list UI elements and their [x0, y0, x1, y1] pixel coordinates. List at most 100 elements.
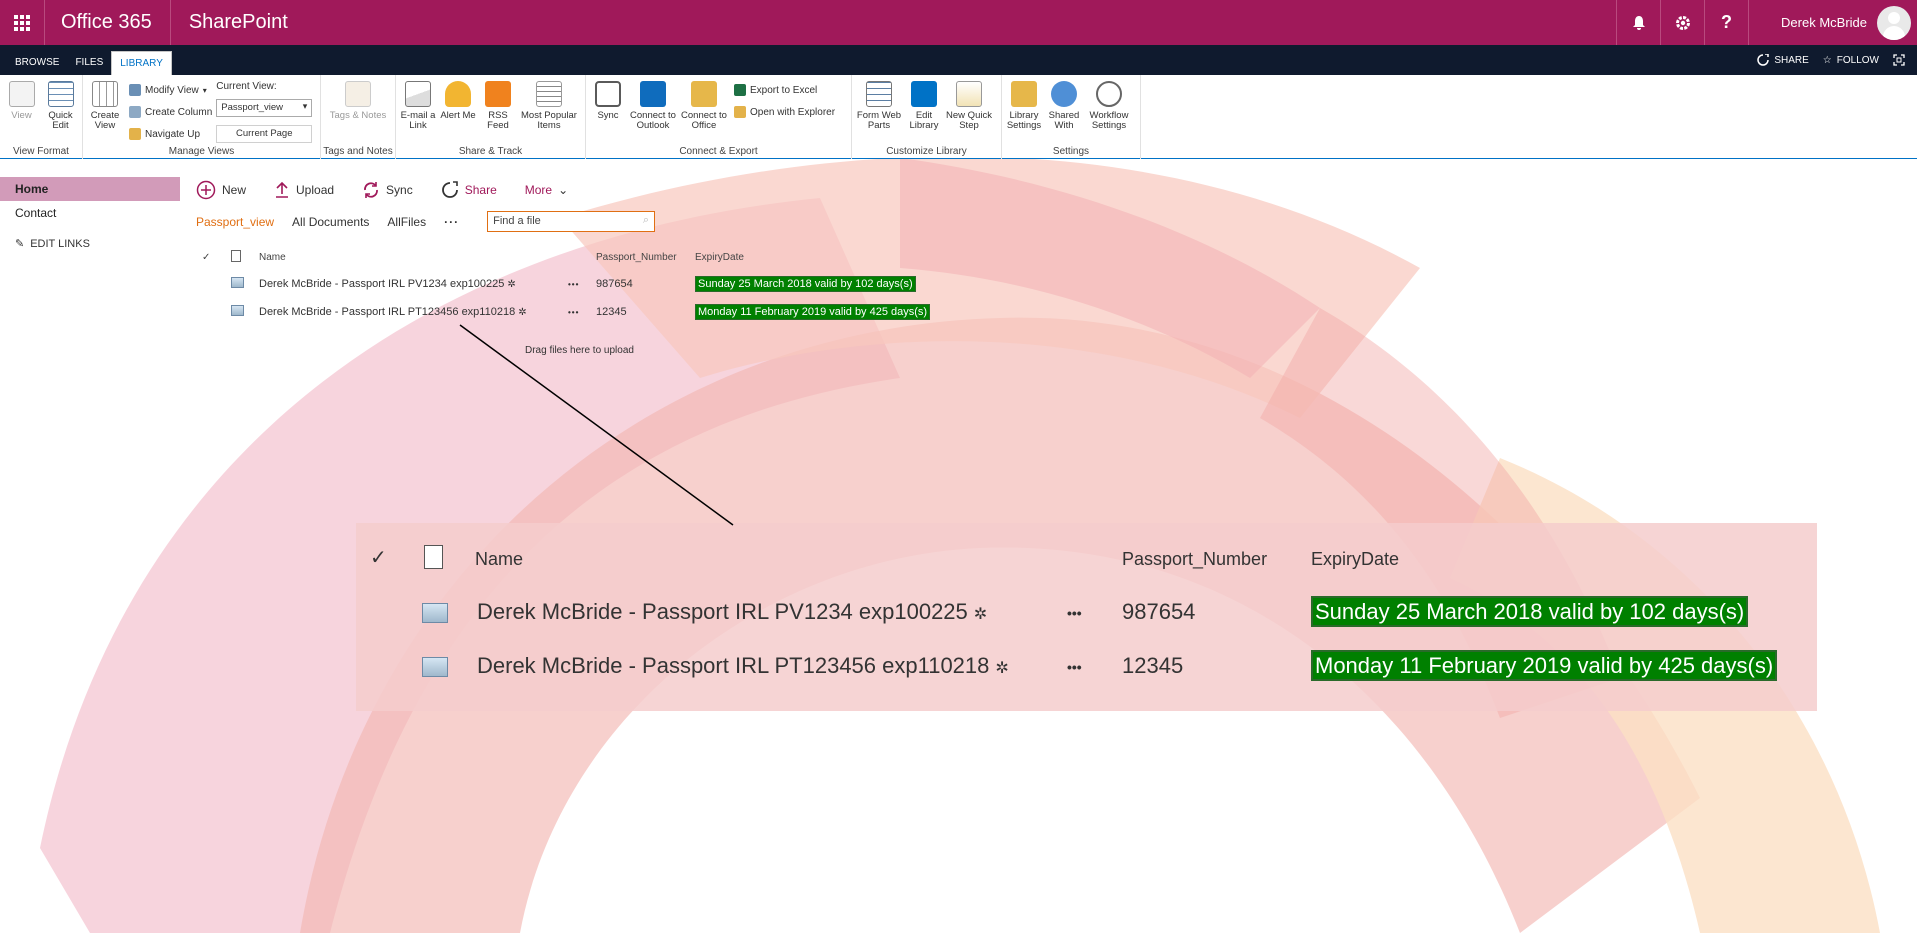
- current-view-label: Current View:: [216, 81, 277, 92]
- quick-edit-icon: [47, 81, 74, 107]
- gear-icon: [1675, 15, 1690, 30]
- excel-icon: [734, 84, 746, 96]
- file-name-link[interactable]: Derek McBride - Passport IRL PV1234 exp1…: [259, 278, 504, 290]
- zoom-item-menu: •••: [1067, 659, 1082, 675]
- quick-launch: Home Contact ✎ EDIT LINKS: [0, 177, 180, 262]
- share-icon: [441, 181, 458, 198]
- suite-bar: Office 365 SharePoint ? Derek McBride: [0, 0, 1917, 45]
- modify-view-button[interactable]: Modify View ▾: [129, 81, 212, 99]
- zoom-expiry-date: Monday 11 February 2019 valid by 425 day…: [1311, 650, 1778, 681]
- zoom-header-expiry-date: ExpiryDate: [1311, 549, 1400, 569]
- chevron-down-icon: ⌄: [558, 183, 569, 197]
- star-icon: ☆: [1822, 54, 1832, 66]
- pencil-icon: ✎: [15, 238, 25, 250]
- group-tags-notes: Tags & Notes Tags and Notes: [321, 75, 396, 159]
- new-item-icon: ✲: [507, 279, 516, 290]
- file-name-link[interactable]: Derek McBride - Passport IRL PT123456 ex…: [259, 306, 515, 318]
- file-type-icon: [231, 249, 241, 262]
- group-customize-library: Form Web Parts Edit Library New Quick St…: [852, 75, 1002, 159]
- more-button[interactable]: More ⌄: [525, 183, 568, 197]
- more-views-button[interactable]: ···: [444, 215, 459, 229]
- zoom-expiry-date: Sunday 25 March 2018 valid by 102 days(s…: [1311, 596, 1749, 627]
- view-selector: Passport_view All Documents AllFiles ···…: [196, 211, 656, 232]
- view-all-documents[interactable]: All Documents: [292, 215, 369, 229]
- create-column-icon: [129, 106, 141, 118]
- share-label: SHARE: [1774, 54, 1809, 66]
- edit-library-icon: [911, 81, 937, 107]
- open-explorer-button[interactable]: Open with Explorer: [734, 103, 835, 121]
- item-menu-button[interactable]: •••: [568, 308, 579, 317]
- group-share-track: E-mail a Link Alert Me RSS Feed Most Pop…: [396, 75, 586, 159]
- zoom-file-name: Derek McBride - Passport IRL PV1234 exp1…: [477, 599, 968, 624]
- sync-icon: [595, 81, 621, 107]
- tag-icon: [345, 81, 371, 107]
- create-column-button[interactable]: Create Column: [129, 103, 212, 121]
- bell-icon: [1632, 15, 1645, 30]
- chevron-down-icon: ▾: [202, 85, 207, 95]
- item-menu-button[interactable]: •••: [568, 280, 579, 289]
- library-settings-icon: [1011, 81, 1037, 107]
- view-icon: [8, 81, 35, 107]
- current-view-select[interactable]: Passport_view: [216, 99, 313, 117]
- group-connect-export: Sync Connect to Outlook Connect to Offic…: [586, 75, 852, 159]
- plus-circle-icon: [196, 180, 216, 200]
- zoom-image-file-icon: [422, 603, 448, 623]
- tab-library[interactable]: LIBRARY: [111, 51, 172, 75]
- passport-number: 12345: [596, 306, 627, 318]
- follow-label: FOLLOW: [1836, 54, 1879, 66]
- user-name: Derek McBride: [1781, 15, 1867, 30]
- follow-button[interactable]: ☆ FOLLOW: [1823, 55, 1879, 66]
- app-launcher-button[interactable]: [0, 0, 45, 45]
- folder-up-icon: [129, 128, 141, 140]
- edit-links-button[interactable]: ✎ EDIT LINKS: [0, 225, 180, 262]
- view-all-files[interactable]: AllFiles: [387, 215, 426, 229]
- share-icon: [1757, 54, 1770, 66]
- header-passport-number[interactable]: Passport_Number: [596, 252, 677, 263]
- header-expiry-date[interactable]: ExpiryDate: [695, 252, 744, 263]
- zoom-image-file-icon: [422, 657, 448, 677]
- search-placeholder: Find a file: [493, 215, 541, 227]
- share-button[interactable]: Share: [441, 181, 497, 199]
- workflow-icon: [1096, 81, 1122, 107]
- header-name[interactable]: Name: [259, 252, 286, 263]
- current-page-pager[interactable]: Current Page: [216, 125, 313, 143]
- zoom-file-type-icon: [424, 545, 443, 569]
- zoom-new-item-icon: ✲: [995, 660, 1009, 677]
- explorer-icon: [734, 106, 746, 118]
- bell-icon: [445, 81, 471, 107]
- office-folder-icon: [691, 81, 717, 107]
- focus-button[interactable]: [1893, 54, 1905, 66]
- zoom-item-menu: •••: [1067, 605, 1082, 621]
- search-input[interactable]: Find a file ⌕: [487, 211, 656, 232]
- quick-step-icon: [956, 81, 982, 107]
- share-page-button[interactable]: SHARE: [1757, 54, 1809, 66]
- export-excel-button[interactable]: Export to Excel: [734, 81, 835, 99]
- navigate-up-button[interactable]: Navigate Up: [129, 125, 212, 143]
- nav-contact[interactable]: Contact: [0, 201, 180, 225]
- new-item-icon: ✲: [518, 307, 527, 318]
- zoom-new-item-icon: ✲: [973, 606, 988, 623]
- settings-button[interactable]: [1660, 0, 1704, 45]
- focus-icon: [1893, 54, 1905, 66]
- new-button[interactable]: New: [196, 180, 246, 200]
- waffle-icon: [14, 14, 30, 31]
- help-button[interactable]: ?: [1704, 0, 1748, 45]
- zoom-select-all-check: ✓: [370, 547, 387, 569]
- select-all-check[interactable]: ✓: [202, 252, 210, 263]
- upload-button[interactable]: Upload: [274, 181, 334, 199]
- nav-home[interactable]: Home: [0, 177, 180, 201]
- modify-view-icon: [129, 84, 141, 96]
- office-365-brand[interactable]: Office 365: [45, 0, 171, 45]
- zoom-header-passport-number: Passport_Number: [1122, 549, 1268, 569]
- search-icon: ⌕: [642, 214, 650, 226]
- sync-button[interactable]: Sync: [362, 181, 413, 199]
- passport-number: 987654: [596, 278, 633, 290]
- tab-files[interactable]: FILES: [67, 51, 111, 75]
- people-icon: [1051, 81, 1077, 107]
- view-passport[interactable]: Passport_view: [196, 215, 274, 229]
- app-name[interactable]: SharePoint: [171, 0, 288, 45]
- notifications-button[interactable]: [1616, 0, 1660, 45]
- image-file-icon: [231, 277, 244, 288]
- tab-browse[interactable]: BROWSE: [7, 51, 67, 75]
- user-menu[interactable]: Derek McBride: [1748, 0, 1917, 45]
